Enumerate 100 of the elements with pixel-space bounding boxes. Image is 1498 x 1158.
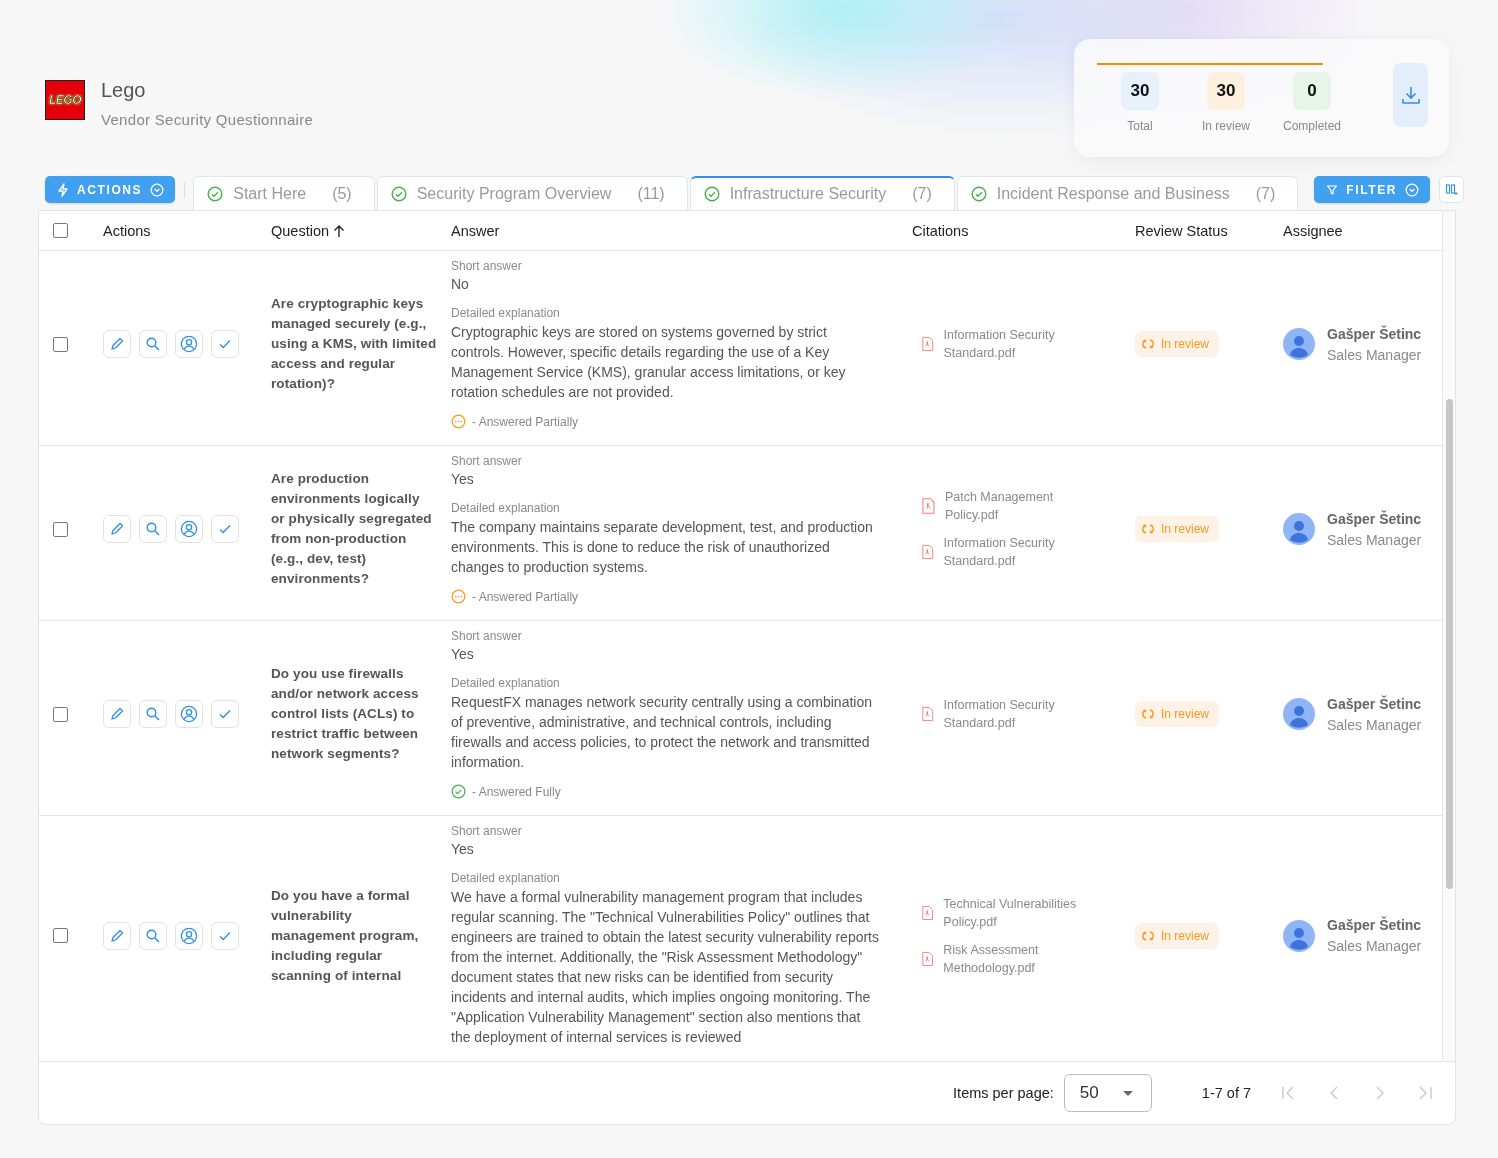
approve-button[interactable] (211, 700, 239, 728)
review-status-badge: In review (1135, 331, 1220, 357)
bolt-icon (57, 182, 69, 197)
approve-button[interactable] (211, 515, 239, 543)
checkbox[interactable] (53, 521, 68, 537)
stat-value: 0 (1293, 72, 1331, 110)
columns-icon (1445, 183, 1459, 196)
search-icon (145, 706, 161, 722)
check-circle-icon (207, 185, 224, 202)
column-header: Answer (451, 222, 500, 239)
caret-icon (1122, 1090, 1133, 1096)
scrollbar[interactable] (1442, 211, 1455, 1061)
approve-button[interactable] (211, 330, 239, 358)
sync-icon (1142, 523, 1154, 535)
assignee-role: Sales Manager (1327, 531, 1422, 548)
chevron-down-icon (150, 182, 165, 197)
search-button[interactable] (139, 515, 167, 543)
search-button[interactable] (139, 700, 167, 728)
filter-icon (1326, 183, 1339, 196)
detailed-answer: We have a formal vulnerability management program that includes regular scanning. The "Technical Vulnerabilities Policy" outlines that engineers are trained to obtain the latest security vulnerability reports from the internet. Additionally, the "Risk Assessment Methodology" document states that new risks can be identified from security incidents and internal audits, which implies ongoing monitoring. The "Application Vulnerability Management" section also mentions that the deployment of internal services is reviewed (451, 888, 880, 1047)
pencil-icon (109, 706, 125, 722)
assignee-name: Gašper Šetinc (1327, 917, 1422, 933)
short-answer-label: Short answer (451, 259, 523, 273)
download-icon (1399, 84, 1422, 106)
check-circle-icon (451, 784, 466, 799)
search-icon (145, 521, 161, 537)
assignee-name: Gašper Šetinc (1327, 695, 1422, 712)
assign-button[interactable] (175, 921, 203, 950)
ellipsis-circle-icon (451, 589, 466, 604)
checkbox[interactable] (53, 336, 68, 352)
avatar-icon (1283, 698, 1315, 730)
pencil-icon (109, 521, 125, 537)
stat-value: 30 (1121, 72, 1159, 110)
short-answer-label: Short answer (451, 454, 523, 468)
assignee-role: Sales Manager (1327, 716, 1422, 733)
approve-button[interactable] (211, 921, 239, 950)
section-tab[interactable]: Infrastructure Security (7) (689, 176, 955, 210)
stat-label: Total (1127, 119, 1153, 133)
citation-link[interactable]: Patch Management Policy.pdf (944, 488, 1097, 524)
pdf-file-icon (922, 543, 934, 561)
download-button[interactable] (1393, 63, 1428, 127)
assignee-role: Sales Manager (1327, 346, 1422, 363)
citation-link[interactable]: Information Security Standard.pdf (943, 534, 1097, 570)
stat-label: In review (1202, 119, 1250, 133)
citation-link[interactable]: Technical Vulnerabilities Policy.pdf (943, 894, 1097, 931)
checkbox[interactable] (53, 223, 68, 238)
short-answer: Yes (451, 840, 475, 859)
page-size-select[interactable]: 50 (1063, 1074, 1152, 1112)
edit-button[interactable] (103, 921, 131, 950)
search-button[interactable] (139, 330, 167, 358)
assignee-role: Sales Manager (1327, 938, 1422, 954)
review-status-badge: In review (1135, 922, 1220, 949)
detail-label: Detailed explanation (451, 306, 561, 320)
actions-button[interactable]: ACTIONS (45, 176, 176, 203)
filter-button[interactable]: FILTER (1314, 176, 1431, 203)
citation-link[interactable]: Information Security Standard.pdf (943, 326, 1097, 362)
checkbox[interactable] (53, 928, 68, 943)
column-header[interactable]: Question (271, 222, 330, 239)
short-answer-label: Short answer (451, 629, 523, 643)
column-header: Citations (912, 222, 969, 239)
questionnaire-title: Vendor Security Questionnaire (101, 111, 314, 128)
answer-completeness: - Answered Partially (472, 589, 579, 604)
question-text: Do you use firewalls and/or network access control lists (ACLs) to restrict traffic between network segments? (271, 665, 420, 763)
search-button[interactable] (139, 921, 167, 950)
ellipsis-circle-icon (451, 414, 466, 429)
short-answer: Yes (451, 470, 475, 489)
pdf-file-icon (922, 903, 934, 922)
detailed-answer: Cryptographic keys are stored on systems governed by strict controls. However, specific details regarding the use of a Key Management Service (KMS), granular access limitations, or key rotation schedules are not provided. (451, 323, 847, 402)
user-circle-icon (180, 926, 198, 945)
items-per-page-label: Items per page: (953, 1085, 1054, 1101)
detail-label: Detailed explanation (451, 871, 561, 885)
edit-button[interactable] (103, 700, 131, 728)
section-tab[interactable]: Start Here (5) (193, 176, 375, 210)
citation-link[interactable]: Risk Assessment Methodology.pdf (943, 940, 1097, 977)
assignee-name: Gašper Šetinc (1327, 510, 1422, 527)
short-answer: Yes (451, 645, 475, 664)
detailed-answer: The company maintains separate development, test, and production environments. This is done to reduce the risk of unauthorized changes to production systems. (451, 518, 874, 577)
edit-button[interactable] (103, 330, 131, 358)
short-answer-label: Short answer (451, 824, 523, 838)
citation-link[interactable]: Information Security Standard.pdf (943, 696, 1097, 732)
checkbox[interactable] (53, 706, 68, 722)
assign-button[interactable] (175, 515, 203, 543)
section-tab[interactable]: Incident Response and Business (7) (956, 176, 1299, 210)
user-circle-icon (180, 335, 198, 353)
section-tab[interactable]: Security Program Overview (11) (376, 176, 688, 210)
page-range: 1-7 of 7 (1201, 1085, 1251, 1101)
edit-button[interactable] (103, 515, 131, 543)
company-name: Lego (101, 79, 147, 102)
pdf-file-icon (922, 949, 934, 968)
pencil-icon (109, 927, 125, 944)
check-circle-icon (703, 186, 720, 202)
search-icon (145, 336, 161, 352)
question-text: Are production environments logically or physically segregated from non-production (e.g., dev, test) environments? (271, 470, 433, 588)
answer-completeness: - Answered Partially (472, 414, 579, 429)
assign-button[interactable] (175, 700, 203, 728)
assign-button[interactable] (175, 330, 203, 358)
detailed-answer: RequestFX manages network security centrally using a combination of preventive, administrative, and technical controls, including firewalls and access policies, to protect the network and transmitted information. (451, 693, 873, 772)
search-icon (145, 927, 161, 944)
detail-label: Detailed explanation (451, 676, 561, 690)
columns-button[interactable] (1439, 176, 1465, 203)
